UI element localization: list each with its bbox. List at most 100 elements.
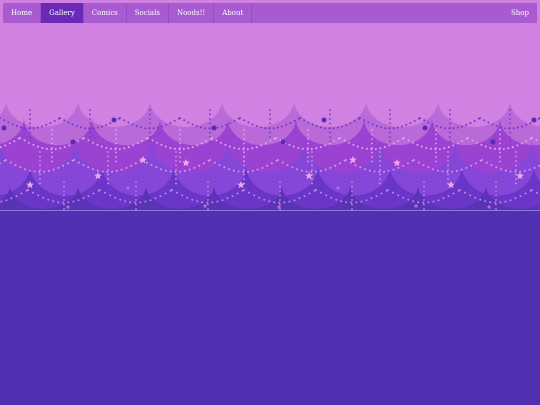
bead-dot (504, 200, 507, 203)
bead-dot (150, 164, 153, 167)
bead-dot (511, 146, 514, 149)
bead-dot (82, 164, 85, 167)
bead-dot (310, 170, 313, 173)
bead-dot (514, 170, 517, 173)
bead-dot (375, 195, 378, 198)
bead-dot (42, 196, 45, 199)
bead-dot (258, 196, 261, 199)
bead-dot (7, 121, 10, 124)
bead-strand-dot (209, 113, 211, 116)
bead-dot (156, 141, 158, 144)
bead-dot (474, 196, 477, 199)
bead-dot (260, 144, 263, 147)
bead-dot (272, 127, 275, 130)
bead-strand-dot (279, 181, 281, 183)
bead-dot (135, 125, 138, 128)
bead-dot (525, 123, 528, 126)
bead-dot (5, 159, 7, 161)
bead-strand-dot (135, 203, 137, 206)
bead-dot (186, 196, 189, 199)
bead-strand-dot (495, 185, 497, 188)
nav-shop[interactable]: Shop (503, 3, 537, 23)
bead-strand-dot (175, 160, 177, 162)
bead-dot (160, 168, 162, 171)
bead-strand-dot (149, 136, 151, 138)
bead-dot (220, 141, 222, 144)
bead-dot (367, 121, 370, 124)
bead-strand-dot (423, 194, 425, 197)
bead-strand-dot (499, 160, 501, 163)
bead-dot (211, 201, 214, 204)
bead-strand-dot (135, 199, 137, 201)
bead-strand-dot (39, 178, 41, 180)
bead-strand-dot (371, 142, 373, 145)
bead-strand-dot (499, 156, 501, 158)
bead-dot (528, 168, 531, 171)
bead-dot (77, 199, 80, 202)
bead-dot (283, 201, 286, 204)
bead-strand-dot (149, 140, 151, 143)
nav-noods[interactable]: Noods!! (169, 3, 215, 23)
bead-dot (130, 164, 133, 167)
bead-strand-dot (499, 138, 501, 140)
bead-dot (198, 164, 201, 167)
bead-dot (261, 166, 264, 169)
bead-dot (111, 170, 114, 173)
bead-dot (403, 137, 405, 139)
bead-dot (465, 166, 468, 169)
bead-strand-dot (175, 169, 177, 171)
nav-home[interactable]: Home (3, 3, 42, 23)
bead-strand-dot (115, 133, 117, 136)
bead-dot (63, 119, 66, 122)
bead-dot (200, 126, 202, 129)
bead-dot (420, 145, 423, 148)
bead-dot (52, 200, 55, 203)
bead-strand-dot (29, 109, 31, 111)
dark-bead (422, 125, 428, 131)
bead-dot (226, 197, 229, 200)
bead-dot (156, 126, 159, 129)
bead-dot (363, 119, 366, 122)
nav-socials[interactable]: Socials (127, 3, 169, 23)
bead-dot (256, 168, 259, 171)
bead-dot (202, 162, 205, 165)
bead-dot (20, 126, 22, 129)
nav-gallery[interactable]: Gallery (41, 3, 84, 23)
bead-strand-dot (329, 140, 331, 143)
bead-dot (0, 200, 3, 203)
bead-dot (15, 125, 18, 128)
bead-dot (77, 161, 80, 164)
bead-dot (461, 125, 463, 128)
bead-dot (247, 121, 250, 124)
bead-dot (47, 169, 50, 172)
bead-dot (205, 140, 208, 143)
bead-strand-dot (447, 164, 449, 167)
bead-dot (373, 170, 376, 173)
nav-comics[interactable]: Comics (84, 3, 127, 23)
bead-dot (531, 189, 533, 191)
bead-dot (489, 201, 492, 204)
bead-dot (67, 201, 70, 204)
nav-about[interactable]: About (214, 3, 253, 23)
bead-dot (281, 161, 284, 164)
bead-dot (308, 192, 311, 195)
bead-strand-dot (495, 190, 497, 192)
bead-strand-dot (449, 136, 451, 138)
bead-strand-dot (329, 136, 331, 138)
bead-strand-dot (51, 129, 53, 131)
bead-strand-dot (107, 178, 109, 180)
bead-strand-dot (435, 138, 437, 140)
bead-dot (536, 191, 538, 194)
bead-dot (216, 126, 219, 129)
bead-dot (68, 144, 71, 147)
bead-dot (53, 119, 56, 122)
bead-strand-dot (243, 138, 245, 140)
bead-dot (292, 145, 295, 148)
bead-dot (19, 137, 21, 139)
bead-strand-dot (379, 182, 381, 185)
bead-dot (392, 142, 395, 145)
bead-dot (253, 194, 256, 197)
bead-strand-dot (149, 122, 151, 125)
bead-strand-dot (107, 155, 109, 158)
bead-strand-dot (307, 142, 309, 145)
